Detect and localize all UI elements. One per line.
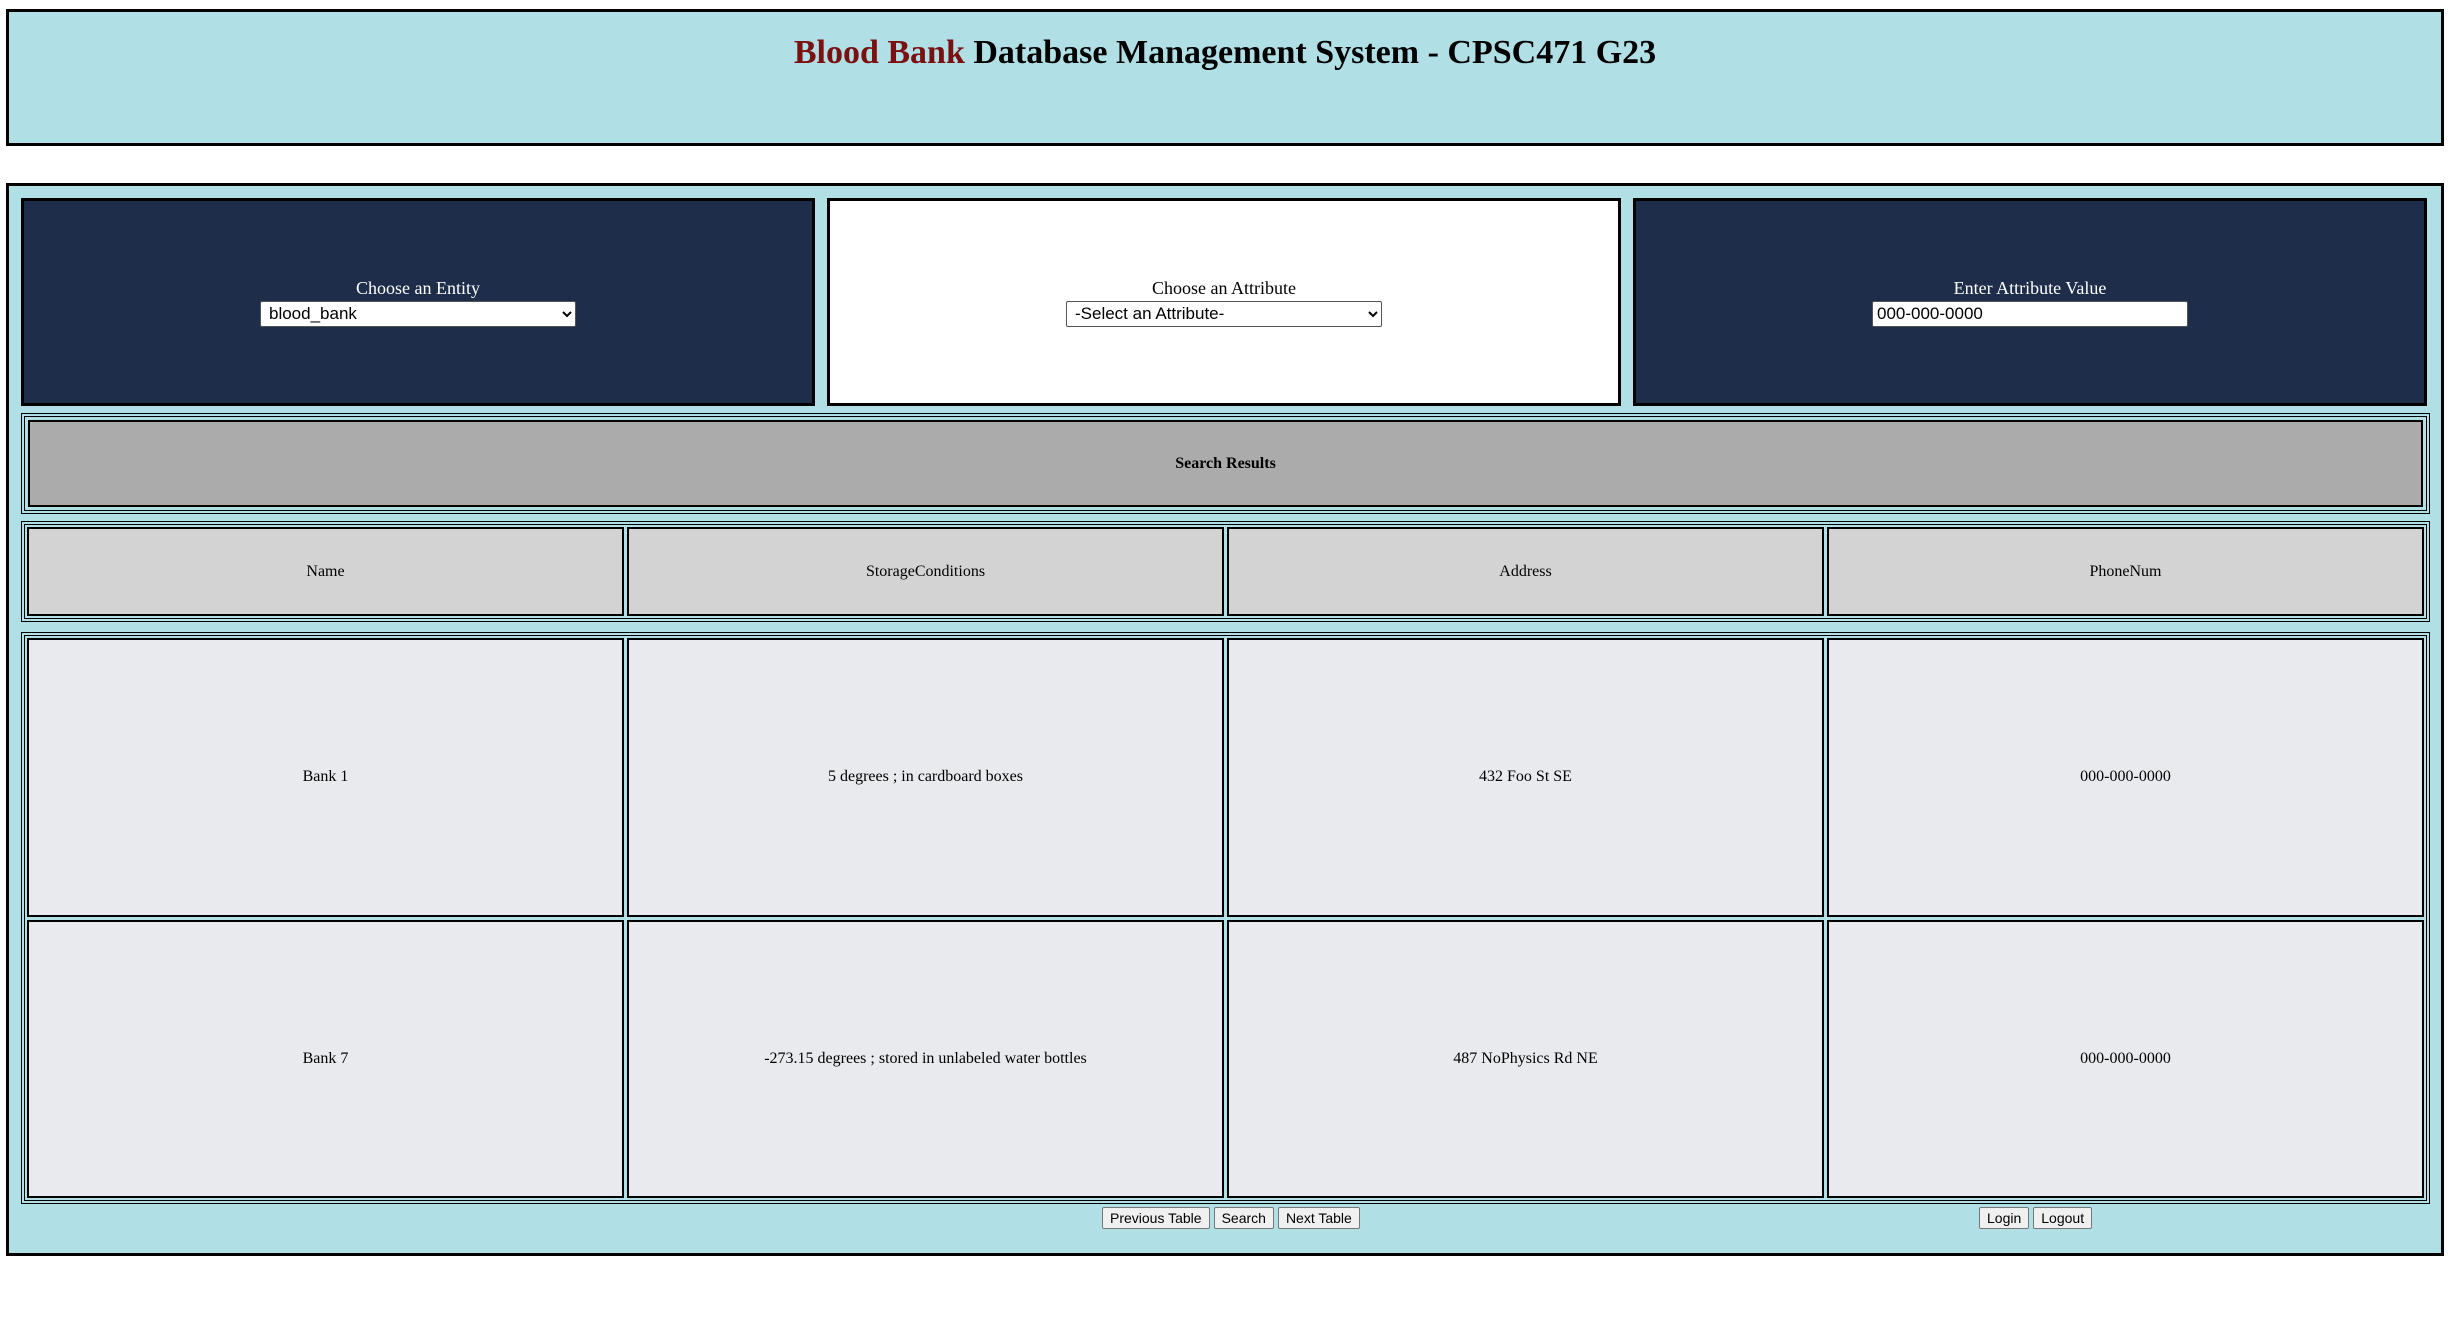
results-table-body: Bank 1 5 degrees ; in cardboard boxes 43… — [21, 632, 2430, 1204]
attribute-select[interactable]: -Select an Attribute- — [1066, 300, 1382, 327]
cell-name: Bank 1 — [27, 638, 624, 917]
page-title: Blood Bank Database Management System - … — [9, 34, 2441, 72]
value-box: Enter Attribute Value — [1633, 198, 2427, 406]
cell-address: 432 Foo St SE — [1227, 638, 1824, 917]
logout-button[interactable]: Logout — [2033, 1207, 2093, 1229]
table-row: Bank 1 5 degrees ; in cardboard boxes 43… — [27, 638, 2424, 917]
entity-box: Choose an Entity blood_bank — [21, 198, 815, 406]
brand-text: Blood Bank — [793, 34, 965, 71]
attribute-label: Choose an Attribute — [1152, 277, 1296, 298]
column-header-name: Name — [27, 527, 624, 616]
table-header-row: Name StorageConditions Address PhoneNum — [21, 521, 2430, 622]
table-row: Bank 7 -273.15 degrees ; stored in unlab… — [27, 919, 2424, 1198]
column-header-storage-conditions: StorageConditions — [627, 527, 1224, 616]
cell-storage-conditions: 5 degrees ; in cardboard boxes — [627, 638, 1224, 917]
next-table-button[interactable]: Next Table — [1277, 1207, 1360, 1229]
attribute-value-input[interactable] — [1872, 300, 2188, 327]
cell-phone: 000-000-0000 — [1827, 638, 2424, 917]
login-button[interactable]: Login — [1979, 1207, 2030, 1229]
attribute-box: Choose an Attribute -Select an Attribute… — [827, 198, 1621, 406]
previous-table-button[interactable]: Previous Table — [1102, 1207, 1210, 1229]
search-results-title: Search Results — [28, 420, 2423, 507]
main-panel: Choose an Entity blood_bank Choose an At… — [6, 183, 2444, 1256]
cell-phone: 000-000-0000 — [1827, 919, 2424, 1198]
cell-address: 487 NoPhysics Rd NE — [1227, 919, 1824, 1198]
search-results-banner: Search Results — [21, 413, 2430, 514]
page-header: Blood Bank Database Management System - … — [6, 9, 2444, 146]
table-nav-buttons: Previous Table Search Next Table — [1102, 1207, 1360, 1229]
search-button[interactable]: Search — [1213, 1207, 1274, 1229]
auth-buttons: Login Logout — [1979, 1207, 2093, 1229]
cell-name: Bank 7 — [27, 919, 624, 1198]
column-header-address: Address — [1227, 527, 1824, 616]
entity-select[interactable]: blood_bank — [260, 300, 576, 327]
column-header-phone: PhoneNum — [1827, 527, 2424, 616]
entity-label: Choose an Entity — [356, 277, 480, 298]
value-label: Enter Attribute Value — [1953, 277, 2107, 298]
cell-storage-conditions: -273.15 degrees ; stored in unlabeled wa… — [627, 919, 1224, 1198]
title-text: Database Management System - CPSC471 G23 — [964, 34, 1657, 71]
